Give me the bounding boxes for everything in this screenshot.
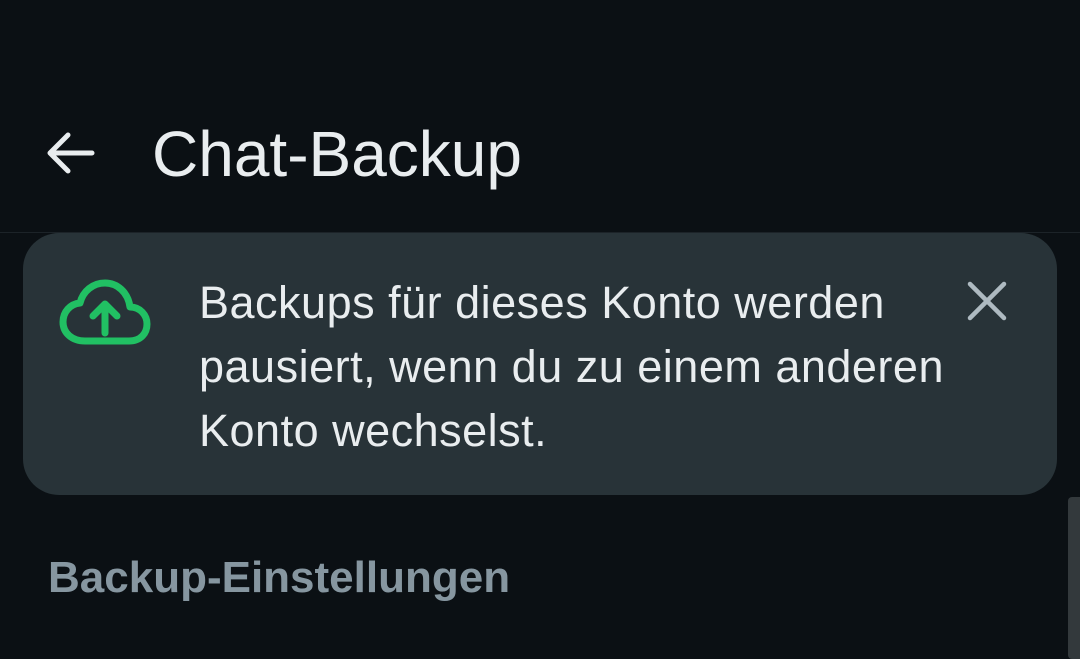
scrollbar[interactable]: [1068, 497, 1080, 659]
page-title: Chat-Backup: [152, 118, 522, 190]
section-title-backup-settings: Backup-Einstellungen: [48, 553, 511, 602]
back-button[interactable]: [30, 113, 110, 193]
arrow-left-icon: [47, 132, 95, 174]
banner-message: Backups für dieses Konto werden pausiert…: [199, 277, 944, 456]
close-banner-button[interactable]: [959, 273, 1015, 329]
cloud-upload-icon: [59, 279, 151, 345]
backup-paused-banner: Backups für dieses Konto werden pausiert…: [23, 233, 1057, 495]
app-bar: Chat-Backup: [0, 0, 1080, 233]
close-icon: [967, 281, 1007, 321]
